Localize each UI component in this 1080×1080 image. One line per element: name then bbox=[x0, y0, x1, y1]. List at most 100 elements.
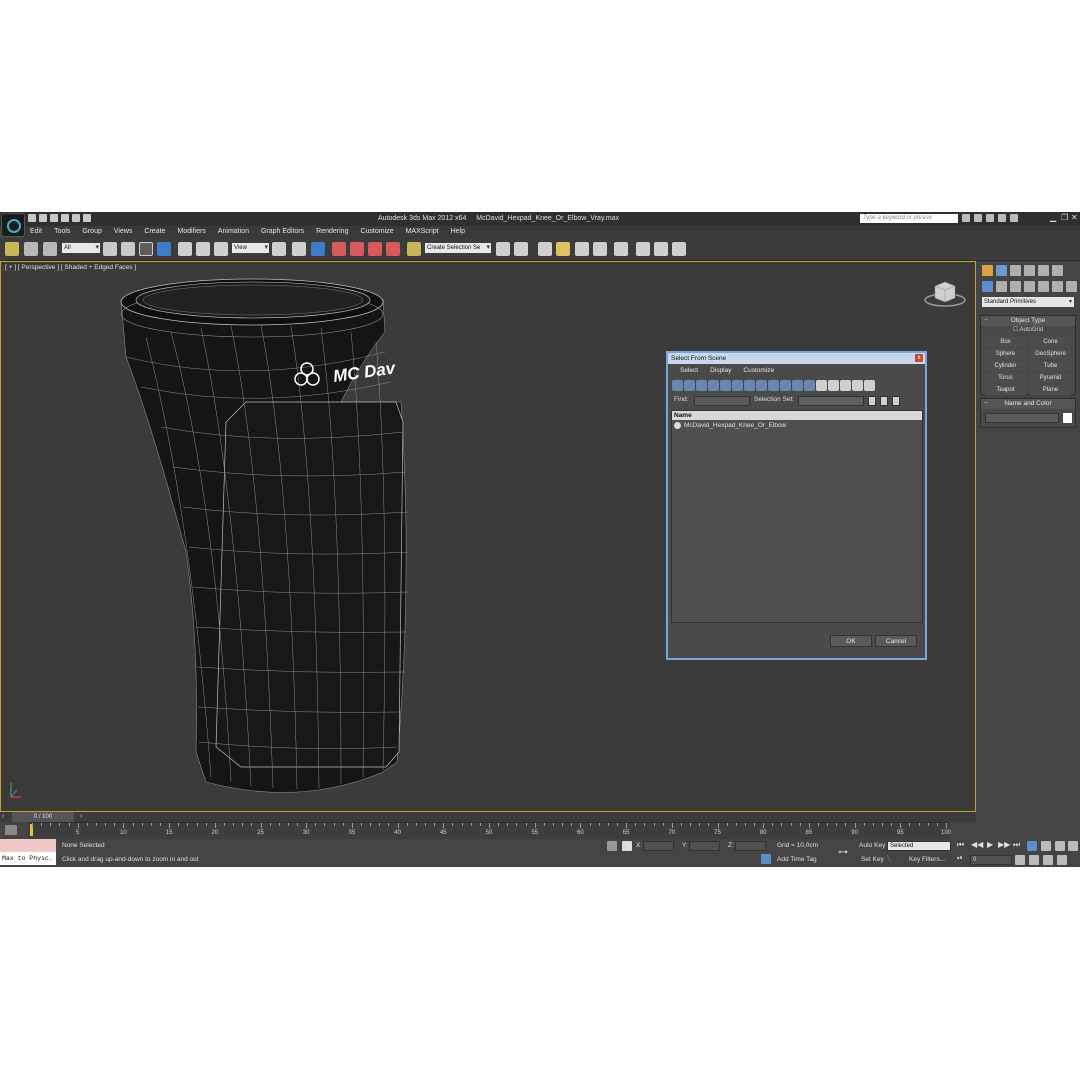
z-coordinate-field[interactable] bbox=[735, 841, 766, 851]
menu-rendering[interactable]: Rendering bbox=[310, 226, 354, 238]
object-name-input[interactable] bbox=[985, 413, 1059, 423]
window-crossing-icon[interactable] bbox=[157, 242, 171, 256]
new-file-icon[interactable] bbox=[28, 214, 36, 222]
cameras-category-icon[interactable] bbox=[1024, 281, 1035, 292]
mini-curve-editor-icon[interactable] bbox=[5, 825, 17, 835]
name-column-header[interactable]: Name bbox=[672, 411, 922, 420]
select-and-move-icon[interactable] bbox=[178, 242, 192, 256]
create-tab-icon[interactable] bbox=[982, 265, 993, 276]
display-helpers-icon[interactable] bbox=[720, 380, 731, 391]
knee-pad-model[interactable]: MC Dav bbox=[120, 278, 410, 793]
ok-button[interactable]: OK bbox=[830, 635, 872, 647]
rendered-frame-window-icon[interactable] bbox=[654, 242, 668, 256]
list-item[interactable]: McDavid_Hexpad_Knee_Or_Elbow bbox=[672, 420, 922, 431]
autogrid-checkbox[interactable]: ☐ AutoGrid bbox=[981, 326, 1075, 335]
display-geometry-icon[interactable] bbox=[672, 380, 683, 391]
dialog-menu-customize[interactable]: Customize bbox=[737, 365, 780, 377]
menu-graph-editors[interactable]: Graph Editors bbox=[255, 226, 310, 238]
mirror-icon[interactable] bbox=[496, 242, 510, 256]
y-coordinate-field[interactable] bbox=[689, 841, 720, 851]
display-xrefs-icon[interactable] bbox=[756, 380, 767, 391]
snaps-toggle-icon[interactable] bbox=[332, 242, 346, 256]
display-shapes-icon[interactable] bbox=[684, 380, 695, 391]
remove-from-set-icon[interactable] bbox=[892, 396, 900, 406]
render-setup-icon[interactable] bbox=[636, 242, 650, 256]
display-lights-icon[interactable] bbox=[696, 380, 707, 391]
save-file-icon[interactable] bbox=[50, 214, 58, 222]
perspective-viewport[interactable]: [ + ] [ Perspective ] [ Shaded + Edged F… bbox=[0, 261, 976, 812]
utilities-tab-icon[interactable] bbox=[1052, 265, 1063, 276]
modify-tab-icon[interactable] bbox=[996, 265, 1007, 276]
geometry-category-icon[interactable] bbox=[982, 281, 993, 292]
create-set-icon[interactable] bbox=[868, 396, 876, 406]
display-tab-icon[interactable] bbox=[1038, 265, 1049, 276]
lock-selection-icon[interactable] bbox=[607, 841, 617, 851]
zoom-extents-icon[interactable] bbox=[1068, 841, 1078, 851]
zoom-icon[interactable] bbox=[1041, 841, 1051, 851]
select-manipulate-icon[interactable] bbox=[292, 242, 306, 256]
invert-display-icon[interactable] bbox=[840, 380, 851, 391]
absolute-mode-icon[interactable] bbox=[622, 841, 632, 851]
display-none-icon[interactable] bbox=[828, 380, 839, 391]
time-tag-icon[interactable] bbox=[761, 854, 771, 864]
select-and-link-icon[interactable] bbox=[5, 242, 19, 256]
teapot-button[interactable]: Teapot bbox=[985, 385, 1026, 395]
torus-button[interactable]: Torus bbox=[985, 373, 1026, 383]
select-and-rotate-icon[interactable] bbox=[196, 242, 210, 256]
percent-snap-icon[interactable] bbox=[368, 242, 382, 256]
display-bones-icon[interactable] bbox=[768, 380, 779, 391]
help-icon[interactable] bbox=[1010, 214, 1018, 222]
orbit-icon[interactable] bbox=[1043, 855, 1053, 865]
graphite-ribbon-icon[interactable] bbox=[556, 242, 570, 256]
bind-to-space-warp-icon[interactable] bbox=[43, 242, 57, 256]
key-mode-select[interactable]: Selected bbox=[887, 841, 951, 851]
restore-button[interactable]: ❐ bbox=[1061, 214, 1068, 222]
menu-group[interactable]: Group bbox=[76, 226, 107, 238]
keyboard-shortcut-override-icon[interactable] bbox=[311, 242, 325, 256]
angle-snap-icon[interactable] bbox=[350, 242, 364, 256]
display-hidden-icon[interactable] bbox=[804, 380, 815, 391]
menu-animation[interactable]: Animation bbox=[212, 226, 255, 238]
lights-category-icon[interactable] bbox=[1010, 281, 1021, 292]
field-of-view-icon[interactable] bbox=[1015, 855, 1025, 865]
x-coordinate-field[interactable] bbox=[643, 841, 674, 851]
key-mode-toggle-icon[interactable]: ╲ bbox=[887, 855, 891, 863]
display-groups-icon[interactable] bbox=[744, 380, 755, 391]
named-selection-set-select[interactable]: Create Selection Se bbox=[425, 243, 491, 253]
reference-coordinate-select[interactable]: View bbox=[232, 243, 269, 253]
key-filters-button[interactable]: Key Filters... bbox=[909, 856, 945, 863]
go-to-end-icon[interactable]: ⏭ bbox=[1013, 840, 1020, 850]
subscription-icon[interactable] bbox=[974, 214, 982, 222]
filter-icon[interactable] bbox=[852, 380, 863, 391]
time-slider[interactable]: 0 / 100 bbox=[12, 812, 74, 822]
primitive-category-select[interactable]: Standard Primitives bbox=[982, 297, 1074, 307]
cancel-button[interactable]: Cancel bbox=[875, 635, 917, 647]
space-warps-category-icon[interactable] bbox=[1052, 281, 1063, 292]
maxscript-listener-input[interactable] bbox=[0, 839, 56, 852]
sphere-button[interactable]: Sphere bbox=[985, 349, 1026, 359]
unlink-icon[interactable] bbox=[24, 242, 38, 256]
current-frame-field[interactable]: 0 bbox=[970, 855, 1012, 865]
selection-filter-select[interactable]: All bbox=[62, 243, 100, 253]
pan-view-icon[interactable] bbox=[1029, 855, 1039, 865]
schematic-view-icon[interactable] bbox=[593, 242, 607, 256]
spinner-snap-icon[interactable] bbox=[386, 242, 400, 256]
display-cameras-icon[interactable] bbox=[708, 380, 719, 391]
auto-key-button[interactable]: Auto Key bbox=[859, 842, 885, 849]
slider-prev-icon[interactable]: ‹ bbox=[2, 813, 4, 820]
next-frame-icon[interactable]: ▶▶ bbox=[998, 840, 1010, 849]
hierarchy-tab-icon[interactable] bbox=[1010, 265, 1021, 276]
set-key-button[interactable]: Set Key bbox=[861, 856, 884, 863]
previous-frame-icon[interactable]: ◀◀ bbox=[971, 840, 983, 849]
menu-views[interactable]: Views bbox=[108, 226, 139, 238]
menu-create[interactable]: Create bbox=[138, 226, 171, 238]
pyramid-button[interactable]: Pyramid bbox=[1030, 373, 1071, 383]
cone-button[interactable]: Cone bbox=[1030, 337, 1071, 347]
object-type-header[interactable]: Object Type bbox=[981, 316, 1075, 326]
display-containers-icon[interactable] bbox=[780, 380, 791, 391]
maximize-viewport-icon[interactable] bbox=[1057, 855, 1067, 865]
redo-icon[interactable] bbox=[72, 214, 80, 222]
systems-category-icon[interactable] bbox=[1066, 281, 1077, 292]
display-frozen-icon[interactable] bbox=[792, 380, 803, 391]
app-logo-icon[interactable] bbox=[1, 213, 25, 237]
